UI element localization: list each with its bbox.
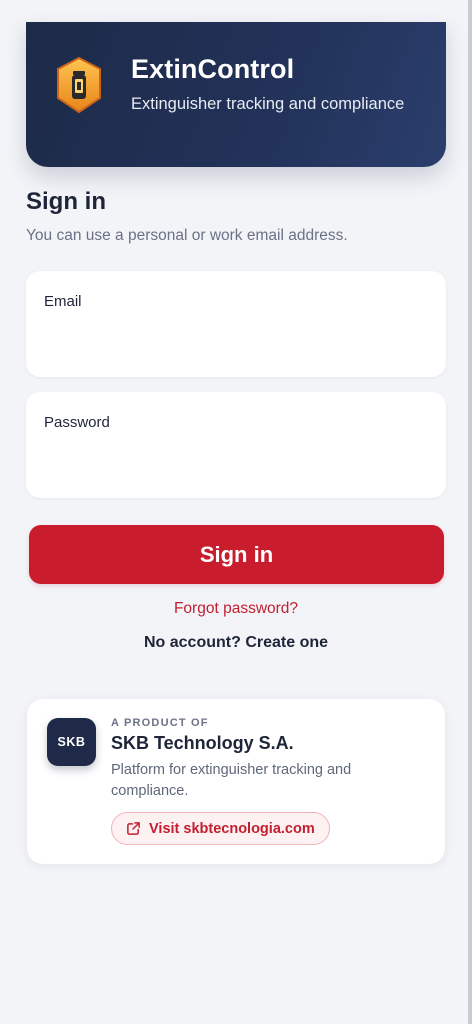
app-tagline: Extinguisher tracking and compliance bbox=[131, 95, 405, 113]
skb-logo-badge: SKB bbox=[47, 718, 96, 766]
email-input[interactable] bbox=[44, 323, 428, 357]
extinguisher-shield-icon bbox=[57, 56, 101, 114]
app-header-banner: ExtinControl Extinguisher tracking and c… bbox=[26, 22, 446, 167]
page-title: Sign in bbox=[26, 188, 106, 215]
visit-website-label: Visit skbtecnologia.com bbox=[149, 820, 315, 837]
create-account-link[interactable]: No account? Create one bbox=[0, 634, 472, 652]
product-kicker: A PRODUCT OF bbox=[111, 717, 209, 729]
page-subtitle: You can use a personal or work email add… bbox=[26, 227, 348, 244]
product-description: Platform for extinguisher tracking and c… bbox=[111, 762, 352, 799]
password-field[interactable]: Password bbox=[26, 392, 446, 498]
forgot-password-link[interactable]: Forgot password? bbox=[0, 600, 472, 618]
sign-in-button[interactable]: Sign in bbox=[29, 525, 444, 584]
password-input[interactable] bbox=[44, 444, 428, 478]
product-card: SKB A PRODUCT OF SKB Technology S.A. Pla… bbox=[27, 699, 445, 864]
page-scrollbar[interactable] bbox=[468, 0, 472, 1024]
visit-website-button[interactable]: Visit skbtecnologia.com bbox=[111, 812, 330, 845]
email-field[interactable]: Email bbox=[26, 271, 446, 377]
email-label: Email bbox=[44, 293, 82, 310]
company-name: SKB Technology S.A. bbox=[111, 733, 294, 753]
password-label: Password bbox=[44, 414, 110, 431]
external-link-icon bbox=[127, 822, 140, 835]
app-title: ExtinControl bbox=[131, 54, 295, 84]
login-page: ExtinControl Extinguisher tracking and c… bbox=[0, 0, 472, 1024]
